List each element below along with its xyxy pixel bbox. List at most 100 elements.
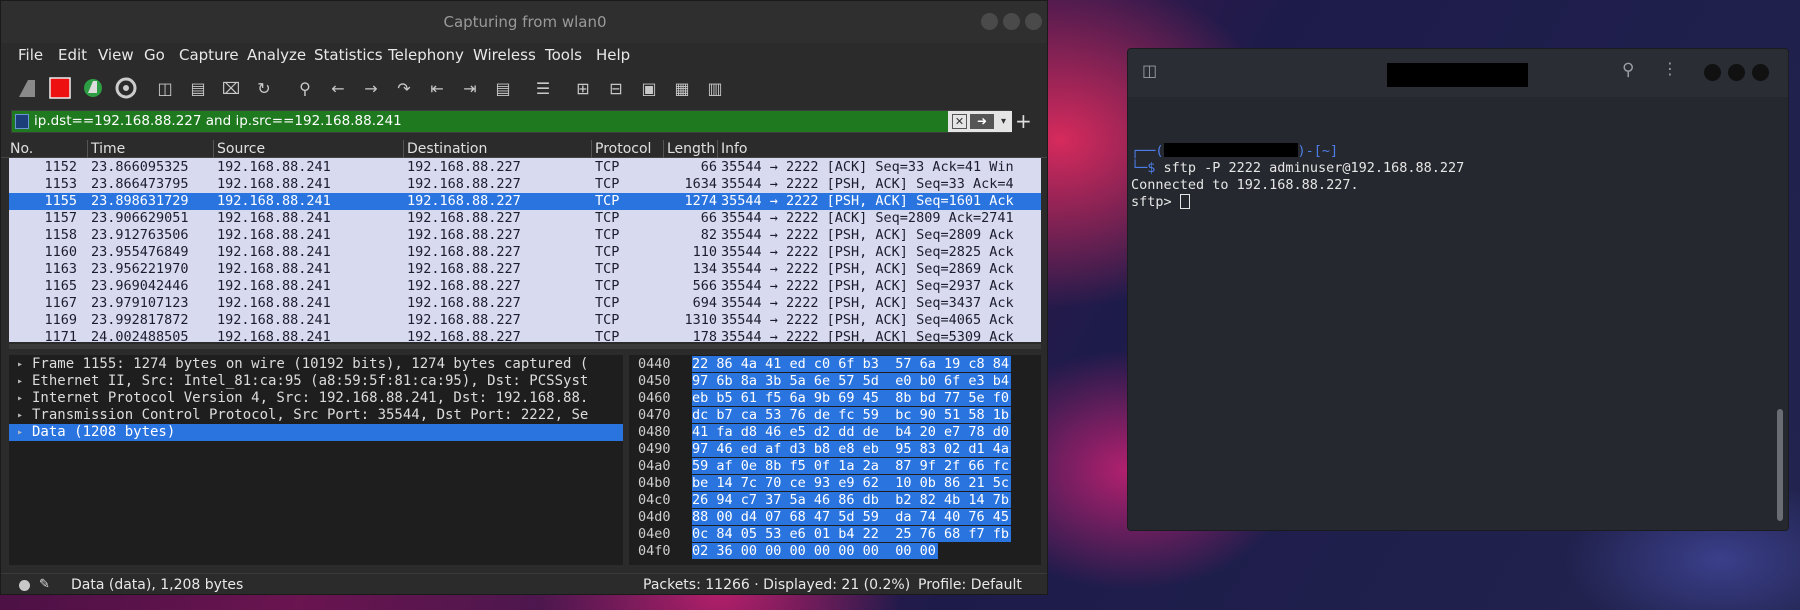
edit-comment-icon[interactable]: ✎	[39, 577, 50, 592]
reload-file-icon[interactable]: ↻	[252, 76, 276, 100]
menu-wireless[interactable]: Wireless	[473, 46, 536, 64]
save-file-icon[interactable]: ▤	[186, 76, 210, 100]
go-forward-icon[interactable]: →	[359, 76, 383, 100]
redacted-title	[1387, 63, 1528, 87]
expand-triangle-icon[interactable]: ▸	[17, 407, 23, 424]
hex-offset: 04a0	[638, 458, 671, 474]
search-icon[interactable]: ⚲	[1622, 60, 1634, 80]
menu-help[interactable]: Help	[596, 46, 630, 64]
packet-row[interactable]: 1155 23.898631729 192.168.88.241 192.168.88…	[9, 193, 1041, 210]
sftp-prompt-line[interactable]: sftp>	[1131, 194, 1190, 210]
menu-file[interactable]: File	[18, 46, 43, 64]
detail-tree-item[interactable]: ▸ Frame 1155: 1274 bytes on wire (10192 b…	[9, 356, 623, 373]
packet-time: 23.866095325	[91, 159, 189, 175]
add-filter-button-icon[interactable]: +	[1015, 109, 1032, 133]
capture-options-icon[interactable]	[114, 76, 138, 100]
terminal-close-button[interactable]	[1752, 64, 1769, 81]
hex-offset: 04e0	[638, 526, 671, 542]
packet-no: 1165	[44, 278, 77, 294]
expand-triangle-icon[interactable]: ▸	[17, 373, 23, 390]
col-source[interactable]: Source	[217, 141, 265, 157]
colorize-icon[interactable]: ☰	[531, 76, 555, 100]
menu-capture[interactable]: Capture	[179, 46, 239, 64]
menu-kebab-icon[interactable]: ⋮	[1662, 59, 1678, 78]
terminal-minimize-button[interactable]	[1704, 64, 1721, 81]
maximize-button[interactable]	[1003, 13, 1020, 30]
zoom-out-icon[interactable]: ⊟	[604, 76, 628, 100]
display-filter-input[interactable]: ip.dst==192.168.88.227 and ip.src==192.1…	[34, 113, 402, 129]
hex-bytes: be 14 7c 70 ce 93 e9 62 10 0b 86 21 5c	[692, 475, 1011, 491]
close-file-icon[interactable]: ⌧	[219, 76, 243, 100]
packet-row[interactable]: 1158 23.912763506 192.168.88.241 192.168.88…	[9, 227, 1041, 244]
col-no[interactable]: No.	[10, 141, 33, 157]
display-filter-bar[interactable]: ip.dst==192.168.88.227 and ip.src==192.1…	[11, 110, 1012, 133]
packet-list-hscroll[interactable]	[9, 344, 1041, 349]
packet-len: 1310	[684, 312, 717, 328]
new-tab-icon[interactable]: ◫	[1142, 61, 1157, 80]
hex-bytes: dc b7 ca 53 76 de fc 59 bc 90 51 58 1b	[692, 407, 1011, 423]
go-back-icon[interactable]: ←	[326, 76, 350, 100]
packet-row[interactable]: 1169 23.992817872 192.168.88.241 192.168.88…	[9, 312, 1041, 329]
close-button[interactable]	[1025, 13, 1042, 30]
layout-icon[interactable]: ▥	[703, 76, 727, 100]
packet-bytes-pane: 0440 22 86 4a 41 ed c0 6f b3 57 6a 19 c8 …	[629, 355, 1041, 565]
packet-len: 66	[700, 210, 717, 226]
terminal-body[interactable]: ┌──()-[~] └─$ sftp -P 2222 adminuser@192…	[1128, 97, 1788, 530]
col-time[interactable]: Time	[91, 141, 125, 157]
minimize-button[interactable]	[981, 13, 998, 30]
packet-row[interactable]: 1153 23.866473795 192.168.88.241 192.168.88…	[9, 176, 1041, 193]
terminal-scrollbar[interactable]	[1777, 409, 1783, 521]
status-profile[interactable]: Profile: Default	[918, 577, 1022, 593]
packet-dst: 192.168.88.227	[407, 295, 521, 311]
go-to-packet-icon[interactable]: ↷	[392, 76, 416, 100]
terminal-title-bar[interactable]: ◫ ⚲ ⋮	[1128, 49, 1788, 97]
packet-info: 35544 → 2222 [PSH, ACK] Seq=5309 Ack	[721, 329, 1014, 342]
packet-row[interactable]: 1167 23.979107123 192.168.88.241 192.168.88…	[9, 295, 1041, 312]
menu-edit[interactable]: Edit	[58, 46, 87, 64]
col-info[interactable]: Info	[721, 141, 748, 157]
packet-info: 35544 → 2222 [PSH, ACK] Seq=2825 Ack	[721, 244, 1014, 260]
col-length[interactable]: Length	[667, 141, 715, 157]
packet-row[interactable]: 1160 23.955476849 192.168.88.241 192.168.88…	[9, 244, 1041, 261]
resize-columns-icon[interactable]: ▦	[670, 76, 694, 100]
detail-tree-item[interactable]: ▸ Ethernet II, Src: Intel_81:ca:95 (a8:59…	[9, 373, 623, 390]
expand-triangle-icon[interactable]: ▸	[17, 390, 23, 407]
menu-view[interactable]: View	[98, 46, 134, 64]
detail-tree-item[interactable]: ▸ Transmission Control Protocol, Src Port…	[9, 407, 623, 424]
expand-triangle-icon[interactable]: ▸	[17, 356, 23, 373]
capture-status-icon	[19, 580, 30, 591]
menu-tools[interactable]: Tools	[545, 46, 582, 64]
menu-analyze[interactable]: Analyze	[247, 46, 306, 64]
col-protocol[interactable]: Protocol	[595, 141, 651, 157]
packet-row[interactable]: 1152 23.866095325 192.168.88.241 192.168.88…	[9, 159, 1041, 176]
apply-filter-icon[interactable]: ➜	[970, 114, 994, 129]
title-bar[interactable]: Capturing from wlan0	[1, 1, 1047, 43]
packet-row[interactable]: 1165 23.969042446 192.168.88.241 192.168.88…	[9, 278, 1041, 295]
col-destination[interactable]: Destination	[407, 141, 487, 157]
bookmark-icon[interactable]	[15, 114, 29, 129]
autoscroll-icon[interactable]: ▤	[491, 76, 515, 100]
packet-len: 694	[692, 295, 717, 311]
expand-triangle-icon[interactable]: ▸	[17, 424, 23, 441]
packet-row[interactable]: 1163 23.956221970 192.168.88.241 192.168.88…	[9, 261, 1041, 278]
start-capture-icon[interactable]	[15, 76, 39, 100]
last-packet-icon[interactable]: ⇥	[458, 76, 482, 100]
find-packet-icon[interactable]: ⚲	[293, 76, 317, 100]
restart-capture-icon[interactable]	[81, 76, 105, 100]
filter-dropdown-icon[interactable]: ▾	[997, 114, 1010, 129]
detail-tree-item[interactable]: ▸ Data (1208 bytes)	[9, 424, 623, 441]
normal-size-icon[interactable]: ▣	[637, 76, 661, 100]
detail-tree-item[interactable]: ▸ Internet Protocol Version 4, Src: 192.1…	[9, 390, 623, 407]
first-packet-icon[interactable]: ⇤	[425, 76, 449, 100]
clear-filter-icon[interactable]: ✕	[952, 114, 967, 129]
menu-statistics[interactable]: Statistics	[314, 46, 383, 64]
packet-row[interactable]: 1171 24.002488505 192.168.88.241 192.168.88…	[9, 329, 1041, 342]
packet-proto: TCP	[595, 312, 620, 328]
stop-capture-icon[interactable]	[48, 76, 72, 100]
menu-telephony[interactable]: Telephony	[388, 46, 464, 64]
open-file-icon[interactable]: ◫	[153, 76, 177, 100]
terminal-maximize-button[interactable]	[1728, 64, 1745, 81]
menu-go[interactable]: Go	[144, 46, 165, 64]
packet-row[interactable]: 1157 23.906629051 192.168.88.241 192.168.88…	[9, 210, 1041, 227]
zoom-in-icon[interactable]: ⊞	[571, 76, 595, 100]
